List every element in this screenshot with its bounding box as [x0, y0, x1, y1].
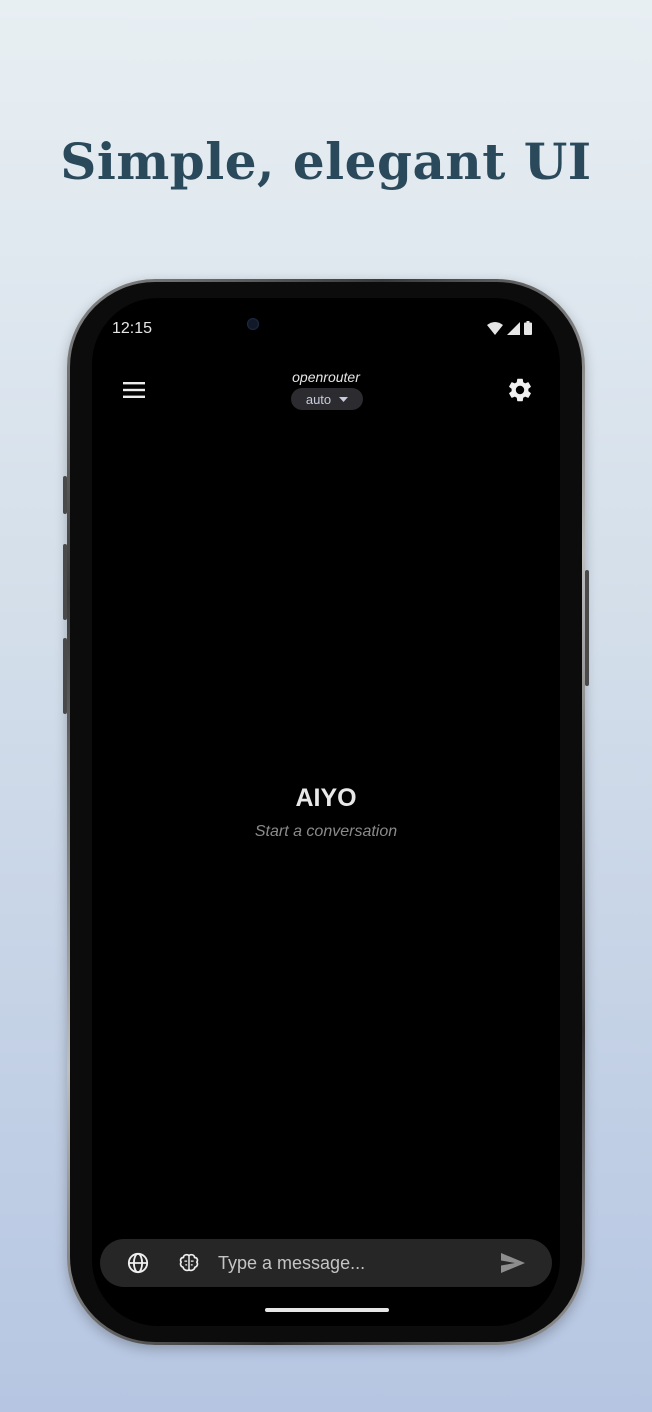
battery-icon — [524, 321, 532, 335]
empty-state-subtitle: Start a conversation — [254, 823, 398, 840]
home-indicator[interactable] — [265, 1308, 389, 1312]
brain-icon[interactable] — [178, 1252, 200, 1274]
status-time: 12:15 — [112, 320, 153, 337]
model-label: auto — [305, 391, 332, 407]
phone-side-button-left-2 — [63, 544, 67, 620]
phone-screen: 12:15 openrouter auto AIYO Start a conve… — [92, 298, 560, 1326]
signal-icon — [507, 321, 520, 335]
promo-headline: Simple, elegant UI — [60, 132, 592, 191]
app-bar: openrouter auto — [92, 368, 560, 418]
message-composer — [100, 1239, 552, 1287]
gear-icon[interactable] — [506, 376, 534, 404]
status-icons — [487, 321, 532, 335]
wifi-icon — [487, 321, 503, 335]
phone-side-button-left-1 — [63, 476, 67, 514]
send-icon[interactable] — [500, 1252, 526, 1274]
chevron-down-icon — [339, 396, 349, 402]
empty-state: AIYO Start a conversation — [92, 784, 560, 841]
status-bar: 12:15 — [92, 318, 560, 344]
app-name: AIYO — [295, 784, 357, 812]
phone-side-button-right — [585, 570, 589, 686]
provider-name: openrouter — [292, 369, 360, 385]
globe-icon[interactable] — [127, 1252, 149, 1274]
phone-side-button-left-3 — [63, 638, 67, 714]
model-selector[interactable]: auto — [291, 388, 363, 410]
front-camera — [247, 318, 259, 330]
message-input[interactable] — [218, 1249, 478, 1277]
